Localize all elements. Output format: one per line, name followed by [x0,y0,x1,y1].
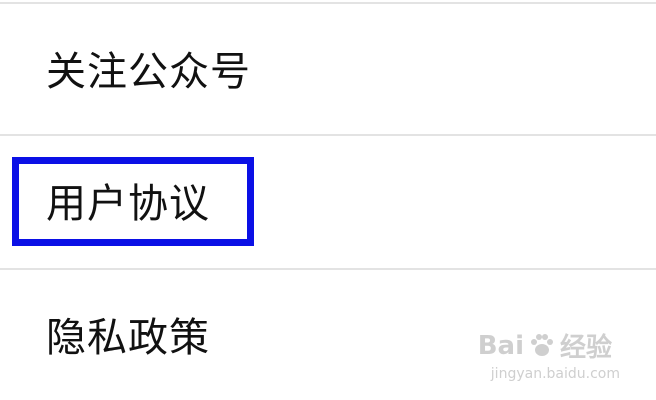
watermark-brand-text: Bai [477,330,524,361]
highlight-annotation-box [12,157,254,246]
watermark-url: jingyan.baidu.com [490,366,620,382]
watermark-brand-suffix: 经验 [559,333,612,363]
menu-item-follow-official-account[interactable]: 关注公众号 [0,2,656,134]
menu-item-label: 关注公众号 [46,49,251,95]
paw-icon [530,333,553,356]
watermark-logo: Bai 经验 [478,327,612,364]
menu-item-label: 隐私政策 [46,315,210,361]
